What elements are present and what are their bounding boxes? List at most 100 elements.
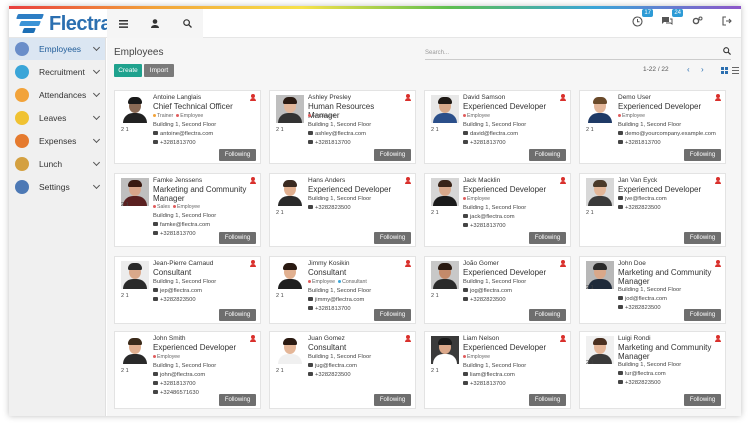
app-logo[interactable]: Flectra xyxy=(16,12,112,36)
employee-card[interactable]: Jan Van Eyck Experienced Developer jve@fle… xyxy=(579,173,726,247)
list-view-icon[interactable] xyxy=(732,67,739,74)
employee-email[interactable]: ashley@flectra.com xyxy=(308,131,366,137)
employee-name[interactable]: Jimmy Kosikin xyxy=(308,260,350,267)
following-button[interactable]: Following xyxy=(684,309,721,321)
employee-name[interactable]: John Doe xyxy=(618,260,646,267)
sidebar-item-lunch[interactable]: Lunch xyxy=(9,153,105,175)
import-button[interactable]: Import xyxy=(144,64,174,77)
employee-email[interactable]: jep@flectra.com xyxy=(153,288,202,294)
sidebar-item-expenses[interactable]: Expenses xyxy=(9,130,105,152)
search-input[interactable]: Search... xyxy=(425,48,731,60)
employee-name[interactable]: Juan Gomez xyxy=(308,335,345,342)
kanban-view-icon[interactable] xyxy=(721,67,728,74)
employee-email[interactable]: john@flectra.com xyxy=(153,372,205,378)
following-button[interactable]: Following xyxy=(684,149,721,161)
employee-name[interactable]: Hans Anders xyxy=(308,177,345,184)
sidebar-item-settings[interactable]: Settings xyxy=(9,176,105,198)
following-button[interactable]: Following xyxy=(374,309,411,321)
employee-name[interactable]: David Samson xyxy=(463,94,505,101)
sidebar-item-recruitment[interactable]: Recruitment xyxy=(9,61,105,83)
employee-email[interactable]: jimmy@flectra.com xyxy=(308,297,364,303)
pager-value[interactable]: 1-22 / 22 xyxy=(643,66,669,73)
employee-email[interactable]: jve@flectra.com xyxy=(618,196,667,202)
employee-job-title: Marketing and Community Manager xyxy=(618,343,712,361)
employee-email[interactable]: david@flectra.com xyxy=(463,131,518,137)
employee-card[interactable]: John Doe Marketing and Community Manager B… xyxy=(579,256,726,324)
employee-name[interactable]: Jack Macklin xyxy=(463,177,500,184)
employee-card[interactable]: Luigi Rondi Marketing and Community Manag… xyxy=(579,331,726,409)
employee-email[interactable]: jug@flectra.com xyxy=(308,363,357,369)
employee-name[interactable]: Jean-Pierre Carnaud xyxy=(153,260,213,267)
search-icon[interactable] xyxy=(171,9,203,38)
sidebar-item-attendances[interactable]: Attendances xyxy=(9,84,105,106)
pager-next-icon[interactable]: › xyxy=(701,65,704,74)
employee-card[interactable]: Jack Macklin Experienced Developer Employe… xyxy=(424,173,571,247)
employee-card[interactable]: Jimmy Kosikin Consultant Employee Consultan… xyxy=(269,256,416,324)
following-button[interactable]: Following xyxy=(529,149,566,161)
following-button[interactable]: Following xyxy=(219,149,256,161)
employee-name[interactable]: Famke Jenssens xyxy=(153,177,202,184)
user-icon[interactable] xyxy=(139,9,171,38)
sidebar-item-label: Expenses xyxy=(39,136,77,146)
following-button[interactable]: Following xyxy=(529,309,566,321)
following-button[interactable]: Following xyxy=(374,394,411,406)
following-button[interactable]: Following xyxy=(374,149,411,161)
following-button[interactable]: Following xyxy=(219,309,256,321)
employee-card[interactable]: John Smith Experienced Developer Employee B… xyxy=(114,331,261,409)
employee-phone: +3282823500 xyxy=(463,297,506,303)
following-button[interactable]: Following xyxy=(529,232,566,244)
employee-email[interactable]: jack@flectra.com xyxy=(463,214,515,220)
employee-email[interactable]: jod@flectra.com xyxy=(618,296,667,302)
employee-email[interactable]: famke@flectra.com xyxy=(153,222,210,228)
employee-email[interactable]: lur@flectra.com xyxy=(618,371,666,377)
employee-card[interactable]: Hans Anders Experienced Developer Building… xyxy=(269,173,416,247)
employee-card[interactable]: Liam Nelson Experienced Developer Employee… xyxy=(424,331,571,409)
employee-card[interactable]: Demo User Experienced Developer Employee Bu… xyxy=(579,90,726,164)
employee-name[interactable]: Ashley Presley xyxy=(308,94,351,101)
employee-card[interactable]: David Samson Experienced Developer Employe… xyxy=(424,90,571,164)
employee-name[interactable]: Jan Van Eyck xyxy=(618,177,657,184)
employee-card[interactable]: Jean-Pierre Carnaud Consultant Building 1,… xyxy=(114,256,261,324)
following-button[interactable]: Following xyxy=(529,394,566,406)
employee-name[interactable]: Antoine Langlais xyxy=(153,94,201,101)
following-button[interactable]: Following xyxy=(219,394,256,406)
sidebar-item-label: Recruitment xyxy=(39,67,85,77)
messages-icon[interactable]: 24 xyxy=(659,9,683,29)
employee-tags: Trainer Employee xyxy=(153,113,206,119)
settings-gears-icon[interactable] xyxy=(689,13,705,29)
following-button[interactable]: Following xyxy=(684,232,721,244)
logo-mark-icon xyxy=(16,13,47,35)
sidebar-item-label: Attendances xyxy=(39,90,87,100)
following-button[interactable]: Following xyxy=(219,232,256,244)
sidebar-item-employees[interactable]: Employees xyxy=(9,38,105,60)
mobile-icon xyxy=(153,390,158,395)
employee-email[interactable]: antoine@flectra.com xyxy=(153,131,213,137)
following-button[interactable]: Following xyxy=(684,394,721,406)
employee-email[interactable]: demo@yourcompany.example.com xyxy=(618,131,716,137)
pager-prev-icon[interactable]: ‹ xyxy=(687,65,690,74)
sidebar-item-leaves[interactable]: Leaves xyxy=(9,107,105,129)
employee-name[interactable]: João Gomer xyxy=(463,260,499,267)
employee-name[interactable]: Demo User xyxy=(618,94,651,101)
employee-card[interactable]: Juan Gomez Consultant Building 1, Second F… xyxy=(269,331,416,409)
employee-card[interactable]: Famke Jenssens Marketing and Community Ma… xyxy=(114,173,261,247)
employee-name[interactable]: John Smith xyxy=(153,335,186,342)
employee-card[interactable]: Ashley Presley Human Resources Manager Emp… xyxy=(269,90,416,164)
phone-icon xyxy=(153,297,158,302)
employee-email[interactable]: jog@flectra.com xyxy=(463,288,512,294)
employee-name[interactable]: Liam Nelson xyxy=(463,335,499,342)
employee-stats: 2 1 xyxy=(121,202,129,208)
employee-email[interactable]: liam@flectra.com xyxy=(463,372,515,378)
employee-name[interactable]: Luigi Rondi xyxy=(618,335,651,342)
following-button[interactable]: Following xyxy=(374,232,411,244)
search-icon[interactable] xyxy=(723,47,731,55)
sidebar-item-label: Settings xyxy=(39,182,70,192)
employee-card[interactable]: Antoine Langlais Chief Technical Officer T… xyxy=(114,90,261,164)
create-button[interactable]: Create xyxy=(114,64,142,77)
employee-card[interactable]: João Gomer Experienced Developer Building … xyxy=(424,256,571,324)
logout-icon[interactable] xyxy=(719,13,735,29)
phone-icon xyxy=(308,205,313,210)
menu-icon[interactable] xyxy=(107,9,139,38)
activity-clock-icon[interactable]: 17 xyxy=(629,9,653,29)
presence-user-icon xyxy=(560,335,566,342)
